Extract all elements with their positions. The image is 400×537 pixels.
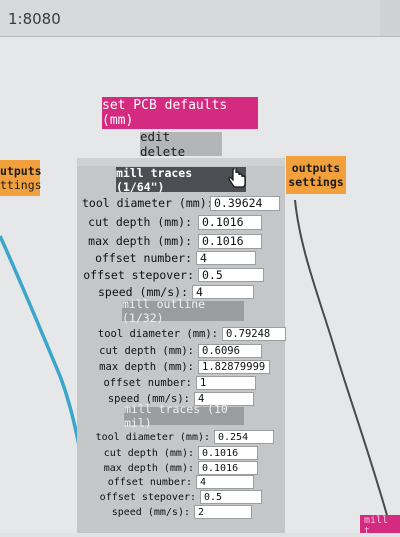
tool-diameter-input[interactable]: 0.79248 bbox=[222, 327, 286, 341]
field-label: tool diameter (mm): bbox=[97, 328, 218, 340]
field-label: max depth (mm): bbox=[99, 361, 194, 373]
mill-traces-corner-button[interactable]: mill t bbox=[360, 515, 400, 537]
offset-stepover-input[interactable]: 0.5 bbox=[198, 268, 264, 282]
mill-traces-1-64-button[interactable]: mill traces (1/64") bbox=[116, 166, 246, 194]
cut-depth-input[interactable]: 0.1016 bbox=[198, 214, 262, 230]
offset-stepover-input[interactable]: 0.5 bbox=[200, 490, 262, 504]
field-label: offset number: bbox=[103, 377, 192, 389]
wire-right bbox=[294, 199, 393, 533]
field-row: offset number: 4 bbox=[82, 250, 256, 266]
field-label: max depth (mm): bbox=[88, 234, 192, 248]
right-outputs-label: outputs bbox=[291, 161, 341, 175]
cut-depth-input[interactable]: 0.6096 bbox=[198, 344, 262, 358]
tool-diameter-input[interactable]: 0.254 bbox=[214, 430, 274, 444]
field-label: offset stepover: bbox=[83, 268, 194, 282]
field-row: offset number: 1 bbox=[84, 375, 256, 391]
offset-number-input[interactable]: 4 bbox=[196, 475, 254, 489]
field-row: offset stepover: 0.5 bbox=[88, 489, 262, 505]
field-row: tool diameter (mm): 0.39624 bbox=[82, 195, 280, 211]
hand-pointer-icon bbox=[228, 168, 246, 188]
field-label: max depth (mm): bbox=[103, 462, 194, 474]
tool-diameter-input[interactable]: 0.39624 bbox=[210, 195, 280, 211]
field-row: speed (mm/s): 2 bbox=[88, 504, 252, 520]
field-label: tool diameter (mm): bbox=[95, 431, 210, 443]
field-row: cut depth (mm): 0.1016 bbox=[88, 445, 258, 461]
field-row: cut depth (mm): 0.6096 bbox=[84, 343, 262, 359]
max-depth-input[interactable]: 1.82879999 bbox=[198, 360, 270, 374]
offset-number-input[interactable]: 4 bbox=[196, 251, 256, 265]
field-label: offset number: bbox=[95, 251, 192, 265]
field-row: tool diameter (mm): 0.79248 bbox=[84, 326, 286, 342]
field-label: offset stepover: bbox=[99, 491, 196, 503]
right-settings-label: settings bbox=[288, 175, 344, 189]
mill-traces-10-mil-button[interactable]: mill traces (10 mil) bbox=[124, 402, 244, 430]
field-label: cut depth (mm): bbox=[99, 345, 194, 357]
offset-number-input[interactable]: 1 bbox=[196, 376, 256, 390]
max-depth-input[interactable]: 0.1016 bbox=[198, 461, 258, 475]
field-label: offset number: bbox=[107, 476, 192, 488]
field-label: tool diameter (mm): bbox=[82, 196, 214, 210]
cut-depth-input[interactable]: 0.1016 bbox=[198, 446, 258, 460]
max-depth-input[interactable]: 0.1016 bbox=[198, 233, 262, 249]
left-settings-label: ttings bbox=[0, 178, 42, 192]
field-row: max depth (mm): 1.82879999 bbox=[84, 359, 270, 375]
edit-delete-button[interactable]: edit delete bbox=[140, 129, 222, 159]
left-outputs-label: utputs bbox=[0, 164, 42, 178]
field-label: cut depth (mm): bbox=[103, 447, 194, 459]
field-row: offset stepover: 0.5 bbox=[82, 267, 264, 283]
field-row: cut depth (mm): 0.1016 bbox=[82, 214, 262, 230]
speed-input[interactable]: 2 bbox=[194, 505, 252, 519]
field-row: offset number: 4 bbox=[88, 474, 254, 490]
field-label: speed (mm/s): bbox=[111, 506, 190, 518]
field-label: cut depth (mm): bbox=[88, 215, 192, 229]
field-row: max depth (mm): 0.1016 bbox=[82, 233, 262, 249]
set-pcb-defaults-button[interactable]: set PCB defaults (mm) bbox=[102, 97, 258, 129]
right-outputs-settings-button[interactable]: outputs settings bbox=[286, 156, 346, 194]
field-row: tool diameter (mm): 0.254 bbox=[88, 429, 274, 445]
left-outputs-settings-button[interactable]: utputs ttings bbox=[0, 160, 42, 196]
mill-outline-1-32-button[interactable]: mill outline (1/32) bbox=[122, 297, 244, 325]
